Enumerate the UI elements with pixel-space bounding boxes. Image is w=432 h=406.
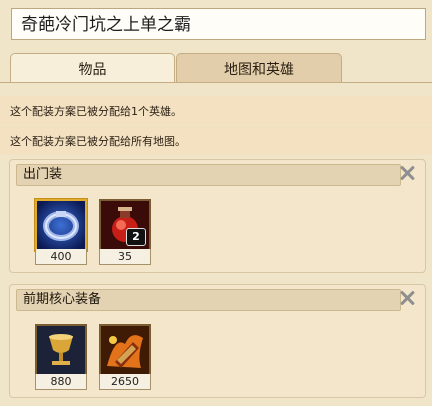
block-title-field[interactable]: 出门装	[16, 164, 401, 186]
item-slot[interactable]: 400	[35, 199, 87, 265]
red-potion-icon: 2	[99, 199, 151, 251]
tab-items-label: 物品	[78, 61, 107, 78]
assigned-maps-info: 这个配装方案已被分配给所有地图。	[0, 126, 432, 155]
block-title-field[interactable]: 前期核心装备	[16, 289, 401, 311]
build-title-field[interactable]: 奇葩冷门坑之上单之霸	[11, 8, 426, 40]
block-title: 前期核心装备	[23, 292, 102, 307]
blue-ring-icon	[35, 199, 87, 251]
tab-divider	[0, 82, 432, 83]
item-block-early-core: 前期核心装备 880 2650	[9, 284, 426, 398]
close-icon[interactable]	[397, 288, 417, 308]
item-cost: 400	[35, 249, 87, 265]
stack-count-badge: 2	[126, 228, 146, 246]
gold-chalice-icon	[35, 324, 87, 376]
item-slot[interactable]: 2 35	[99, 199, 151, 265]
fire-tome-icon	[99, 324, 151, 376]
assigned-champions-text: 这个配装方案已被分配给1个英雄。	[10, 104, 182, 118]
tab-maps-and-champions[interactable]: 地图和英雄	[176, 53, 342, 83]
build-title-text: 奇葩冷门坑之上单之霸	[21, 15, 191, 35]
assigned-champions-info: 这个配装方案已被分配给1个英雄。	[0, 96, 432, 125]
item-block-starting: 出门装 400 2 35	[9, 159, 426, 273]
item-cost: 880	[35, 374, 87, 390]
item-slot[interactable]: 2650	[99, 324, 151, 390]
item-cost: 35	[99, 249, 151, 265]
item-cost: 2650	[99, 374, 151, 390]
assigned-maps-text: 这个配装方案已被分配给所有地图。	[10, 134, 186, 148]
tab-maps-label: 地图和英雄	[224, 61, 294, 78]
block-title: 出门装	[23, 167, 63, 182]
item-slot[interactable]: 880	[35, 324, 87, 390]
tab-items[interactable]: 物品	[10, 53, 175, 83]
close-icon[interactable]	[397, 163, 417, 183]
